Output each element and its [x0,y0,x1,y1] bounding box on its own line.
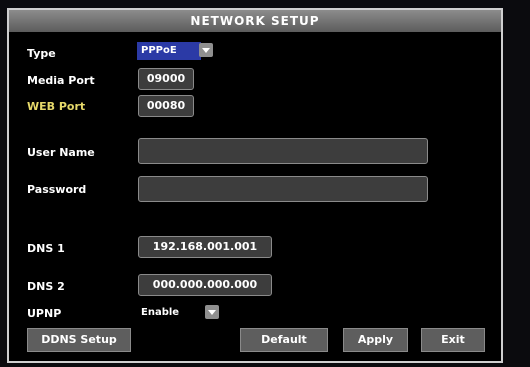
web-port-input[interactable]: 00080 [138,95,194,117]
ddns-setup-button[interactable]: DDNS Setup [27,328,131,352]
osd-screen: NETWORK SETUP Type PPPoE Media Port 0900… [0,0,530,367]
chevron-down-icon[interactable] [205,305,219,319]
exit-button[interactable]: Exit [421,328,485,352]
password-input[interactable] [138,176,428,202]
type-value: PPPoE [137,42,201,60]
user-name-input[interactable] [138,138,428,164]
chevron-down-icon[interactable] [199,43,213,57]
password-label: Password [27,183,87,196]
upnp-value: Enable [141,307,180,318]
web-port-label: WEB Port [27,100,86,113]
dns2-label: DNS 2 [27,280,65,293]
media-port-label: Media Port [27,74,95,87]
type-label: Type [27,47,56,60]
network-setup-panel: NETWORK SETUP Type PPPoE Media Port 0900… [7,8,503,363]
dns2-input[interactable]: 000.000.000.000 [138,274,272,296]
page-title: NETWORK SETUP [9,10,501,32]
user-name-label: User Name [27,146,95,159]
default-button[interactable]: Default [240,328,328,352]
dns1-label: DNS 1 [27,242,65,255]
upnp-select[interactable]: Enable [137,304,219,322]
media-port-input[interactable]: 09000 [138,68,194,90]
upnp-label: UPNP [27,307,62,320]
type-select[interactable]: PPPoE [137,42,215,60]
apply-button[interactable]: Apply [343,328,408,352]
dns1-input[interactable]: 192.168.001.001 [138,236,272,258]
